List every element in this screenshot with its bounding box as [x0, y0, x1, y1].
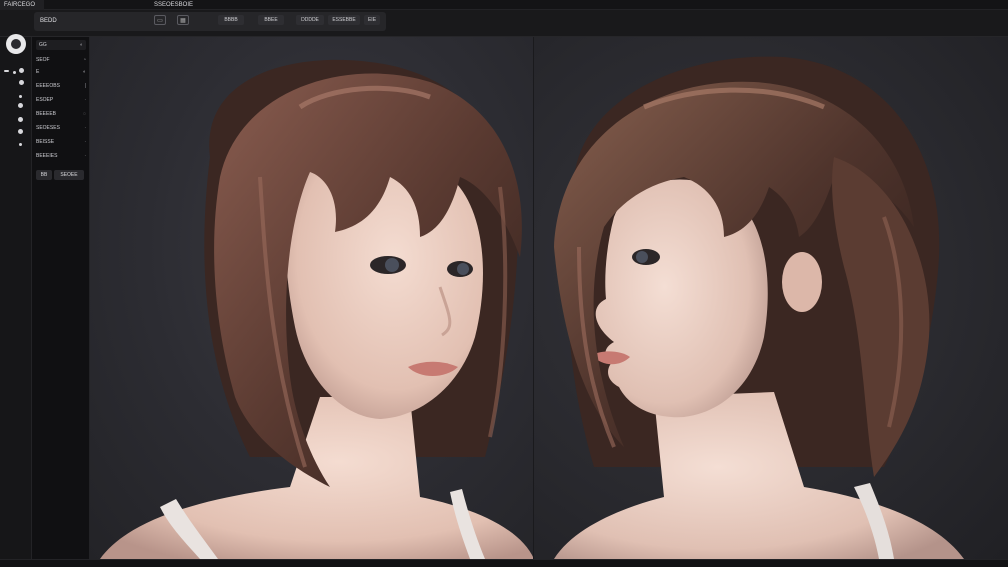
- tab-secondary[interactable]: SSEOESBOIE: [150, 0, 240, 10]
- tab-document[interactable]: FAIRCEGO: [0, 0, 44, 10]
- fill-tool-icon[interactable]: [18, 103, 23, 108]
- toolbar-button-4[interactable]: ESSEBBE: [328, 15, 360, 25]
- image-icon[interactable]: ▭: [154, 15, 166, 25]
- property-row[interactable]: ESOEP ·: [36, 95, 86, 105]
- portrait-front-image: [100, 59, 534, 559]
- lasso-tool-icon[interactable]: [19, 95, 22, 98]
- portrait-profile-image: [554, 56, 964, 559]
- eraser-tool-icon[interactable]: [19, 80, 24, 85]
- tool-strip: [0, 37, 32, 567]
- eyedropper-tool-icon[interactable]: [18, 129, 23, 134]
- app-name: BEDD: [40, 18, 57, 24]
- toolbar-button-2[interactable]: BBEE: [258, 15, 284, 25]
- app-logo[interactable]: [6, 34, 26, 54]
- move-tool-icon[interactable]: [4, 70, 9, 72]
- tab-bar: FAIRCEGO SSEOESBOIE: [0, 0, 1008, 10]
- canvas-view-front: [90, 37, 534, 559]
- property-row[interactable]: EEEEOBS |: [36, 81, 86, 91]
- panel-buttons: BB SEOEE: [36, 170, 86, 182]
- panel-button-2[interactable]: SEOEE: [54, 170, 84, 180]
- smudge-tool-icon[interactable]: [18, 117, 23, 122]
- property-row[interactable]: SEOESES ·: [36, 123, 86, 133]
- panel-toggle-icon[interactable]: ◐: [80, 42, 83, 48]
- canvas-area[interactable]: [90, 37, 1008, 559]
- grid-icon[interactable]: ▦: [177, 15, 189, 25]
- property-row[interactable]: BEEEEB ◌: [36, 109, 86, 119]
- property-row[interactable]: BEISSE ·: [36, 137, 86, 147]
- status-bar: [0, 559, 1008, 567]
- toolbar-button-3[interactable]: DDDDE: [296, 15, 324, 25]
- panel-header: GG ◐: [36, 40, 86, 50]
- property-row[interactable]: E ◐: [36, 67, 86, 77]
- properties-panel: GG ◐ SEOF ◔ E ◐ EEEEOBS | ESOEP · BEEEEB ◌ SE…: [32, 37, 90, 559]
- main-toolbar: BEDD ▭ ▦ BBBB BBEE DDDDE ESSEBBE EIE: [0, 10, 1008, 37]
- panel-button-1[interactable]: BB: [36, 170, 52, 180]
- brush-tool-icon[interactable]: [19, 68, 24, 73]
- property-row[interactable]: SEOF ◔: [36, 55, 86, 65]
- zoom-tool-icon[interactable]: [19, 143, 22, 146]
- toolbar-button-1[interactable]: BBBB: [218, 15, 244, 25]
- select-tool-icon[interactable]: [13, 71, 16, 74]
- panel-header-label: GG: [39, 42, 47, 48]
- property-row[interactable]: BEEEIES ·: [36, 151, 86, 161]
- canvas-view-profile: [534, 37, 1008, 559]
- close-button[interactable]: EIE: [364, 15, 380, 25]
